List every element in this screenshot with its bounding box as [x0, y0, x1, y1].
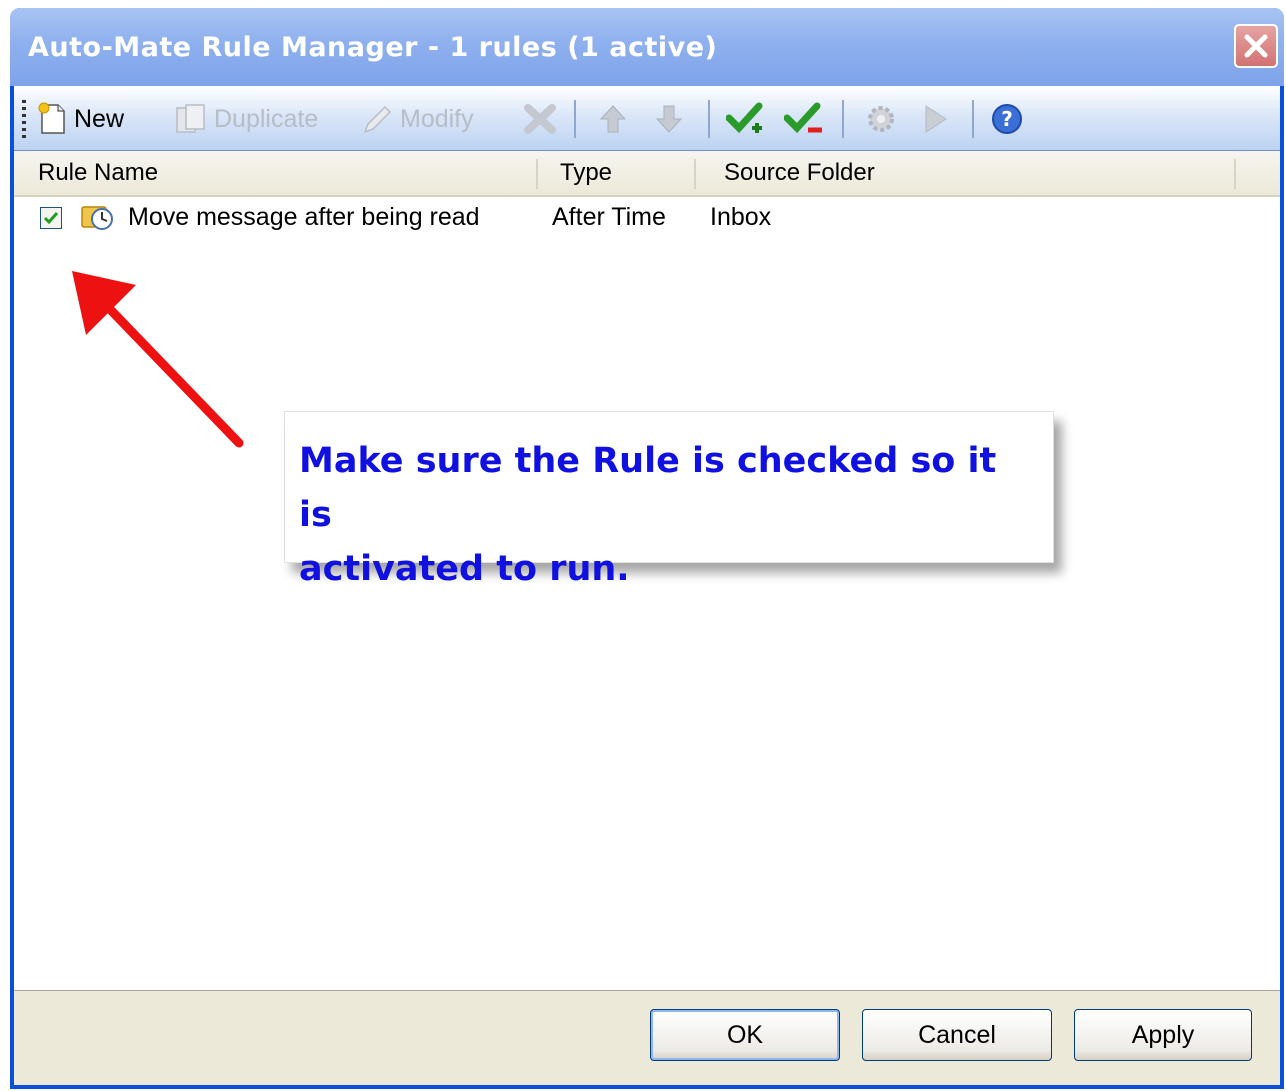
checkmark-icon [43, 212, 59, 225]
instruction-callout: Make sure the Rule is checked so it is a… [284, 411, 1054, 589]
enable-all-button[interactable] [726, 100, 766, 138]
rule-name-cell: Move message after being read [128, 203, 480, 231]
delete-icon [524, 104, 556, 134]
toolbar-grip[interactable] [22, 100, 26, 138]
close-button[interactable] [1234, 24, 1278, 68]
column-source-folder[interactable]: Source Folder [724, 151, 875, 195]
window-title: Auto-Mate Rule Manager - 1 rules (1 acti… [28, 32, 718, 63]
move-up-icon [599, 105, 627, 133]
new-button[interactable]: New [36, 100, 124, 138]
content-area: Rule Name Type Source Folder Move messag… [14, 151, 1280, 1085]
title-bar[interactable]: Auto-Mate Rule Manager - 1 rules (1 acti… [10, 8, 1284, 86]
rule-type-cell: After Time [552, 203, 666, 231]
move-down-icon [655, 105, 683, 133]
toolbar-separator [842, 100, 844, 138]
delete-button[interactable] [522, 100, 558, 138]
rule-enabled-checkbox[interactable] [40, 207, 62, 229]
run-button[interactable] [920, 100, 950, 138]
new-label: New [74, 104, 125, 133]
apply-button[interactable]: Apply [1074, 1009, 1252, 1061]
modify-button[interactable]: Modify [360, 100, 474, 138]
disable-all-button[interactable] [784, 100, 824, 138]
callout-text: Make sure the Rule is checked so it is a… [299, 434, 1039, 596]
settings-icon [868, 106, 894, 132]
move-up-button[interactable] [598, 100, 628, 138]
duplicate-label: Duplicate [214, 104, 319, 133]
duplicate-button[interactable]: Duplicate [174, 100, 318, 138]
move-down-button[interactable] [654, 100, 684, 138]
callout-line-1: Make sure the Rule is checked so it is [299, 441, 997, 535]
help-button[interactable]: ? [990, 100, 1024, 138]
settings-button[interactable] [864, 100, 898, 138]
button-bar: OK Cancel Apply [14, 990, 1280, 1085]
modify-icon [363, 105, 392, 134]
timed-rule-icon [81, 206, 113, 230]
toolbar-separator [708, 100, 710, 138]
column-type[interactable]: Type [560, 151, 612, 195]
column-rule-name[interactable]: Rule Name [38, 151, 158, 195]
callout-line-2: activated to run. [299, 549, 630, 589]
svg-text:?: ? [1001, 107, 1013, 131]
table-row[interactable]: Move message after being read After Time… [14, 197, 1280, 239]
duplicate-icon [176, 104, 205, 133]
new-icon [38, 102, 65, 134]
disable-all-icon [784, 102, 822, 134]
red-arrow-annotation [72, 271, 244, 448]
modify-label: Modify [400, 104, 474, 133]
rule-source-cell: Inbox [710, 203, 772, 231]
enable-all-icon [726, 102, 763, 134]
list-header: Rule Name Type Source Folder [14, 151, 1280, 197]
column-divider[interactable] [1234, 159, 1236, 189]
close-icon [1244, 34, 1268, 58]
ok-button[interactable]: OK [650, 1009, 840, 1061]
cancel-button[interactable]: Cancel [862, 1009, 1052, 1061]
rule-manager-window: Auto-Mate Rule Manager - 1 rules (1 acti… [10, 8, 1284, 1089]
run-icon [925, 105, 947, 133]
toolbar-separator [972, 100, 974, 138]
column-divider[interactable] [536, 159, 538, 189]
column-divider[interactable] [694, 159, 696, 189]
toolbar-separator [574, 100, 576, 138]
help-icon: ? [992, 104, 1022, 134]
toolbar: New Duplicate Modify ? [14, 86, 1280, 151]
